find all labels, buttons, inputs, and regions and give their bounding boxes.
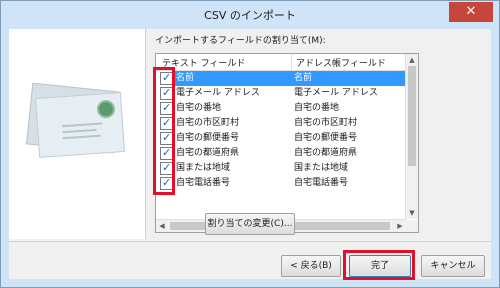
address-field-cell: 自宅の都道府県 [294,148,358,158]
envelope-icon [35,92,125,158]
checkmark-icon: ✓ [162,86,172,99]
row-checkbox[interactable]: ✓ [160,131,173,145]
text-field-cell: 自宅の都道府県 [176,148,240,158]
list-header: テキスト フィールド アドレス帳フィールド [156,54,418,71]
checkmark-icon: ✓ [162,101,172,114]
change-mapping-button[interactable]: 割り当ての変更(C)... [205,213,295,235]
row-checkbox[interactable]: ✓ [160,86,173,100]
list-row[interactable]: ✓ 自宅の番地 自宅の番地 [156,101,406,116]
csv-import-dialog: CSV のインポート ✕ インポートするフィールドの割り当て(M): テキスト … [0,0,500,288]
list-row[interactable]: ✓ 国または地域 国または地域 [156,161,406,176]
column-separator [291,54,292,70]
scroll-down-arrow-icon[interactable]: ▼ [406,207,418,219]
vertical-scrollbar[interactable]: ▲ ▼ [405,54,418,219]
address-field-cell: 自宅の市区町村 [294,118,358,128]
column-header-text-field[interactable]: テキスト フィールド [162,56,245,69]
text-field-cell: 自宅の番地 [176,103,222,113]
scroll-thumb[interactable] [408,66,416,166]
list-row[interactable]: ✓ 自宅の郵便番号 自宅の郵便番号 [156,131,406,146]
finish-button[interactable]: 完了 [349,255,411,277]
row-checkbox[interactable]: ✓ [160,176,173,190]
stamp-icon [96,99,116,119]
row-checkbox[interactable]: ✓ [160,146,173,160]
list-row[interactable]: ✓ 自宅の市区町村 自宅の市区町村 [156,116,406,131]
dialog-body: インポートするフィールドの割り当て(M): テキスト フィールド アドレス帳フィ… [9,29,491,280]
scrollbar-corner [406,220,418,232]
address-line [62,128,97,134]
address-field-cell: 国または地域 [294,163,349,173]
window-title: CSV のインポート [204,9,296,22]
scroll-right-arrow-icon[interactable]: ▶ [394,220,406,232]
text-field-cell: 自宅の郵便番号 [176,133,240,143]
text-field-cell: 自宅電話番号 [176,178,231,188]
wizard-illustration [9,29,146,239]
title-bar: CSV のインポート ✕ [1,1,499,28]
checkmark-icon: ✓ [162,176,172,189]
checkmark-icon: ✓ [162,116,172,129]
cancel-button[interactable]: キャンセル [421,255,485,277]
text-field-cell: 名前 [174,71,293,86]
row-checkbox[interactable]: ✓ [160,116,173,130]
row-checkbox[interactable]: ✓ [160,71,173,85]
column-header-address-field[interactable]: アドレス帳フィールド [296,56,386,69]
list-row[interactable]: ✓ 自宅の都道府県 自宅の都道府県 [156,146,406,161]
button-divider [9,241,491,242]
list-row[interactable]: ✓ 電子メール アドレス 電子メール アドレス [156,86,406,101]
field-mapping-list[interactable]: テキスト フィールド アドレス帳フィールド ✓ 名前 名前 ✓ 電子メール アド… [155,53,419,233]
checkmark-icon: ✓ [162,146,172,159]
text-field-cell: 自宅の市区町村 [176,118,240,128]
close-button[interactable]: ✕ [449,2,493,22]
checkmark-icon: ✓ [162,161,172,174]
address-field-cell: 名前 [292,71,406,86]
checkmark-icon: ✓ [162,131,172,144]
back-button[interactable]: < 戻る(B) [281,255,341,277]
text-field-cell: 電子メール アドレス [176,88,260,98]
scroll-up-arrow-icon[interactable]: ▲ [406,54,418,66]
row-checkbox[interactable]: ✓ [160,161,173,175]
list-row[interactable]: ✓ 名前 名前 [156,71,406,86]
address-field-cell: 自宅の番地 [294,103,340,113]
address-field-cell: 自宅電話番号 [294,178,349,188]
address-field-cell: 電子メール アドレス [294,88,378,98]
field-mapping-label: インポートするフィールドの割り当て(M): [155,36,326,46]
text-field-cell: 国または地域 [176,163,231,173]
address-line [61,122,103,128]
address-field-cell: 自宅の郵便番号 [294,133,358,143]
checkmark-icon: ✓ [162,71,172,84]
row-checkbox[interactable]: ✓ [160,101,173,115]
address-line [62,134,101,140]
scroll-left-arrow-icon[interactable]: ◀ [156,220,168,232]
list-row[interactable]: ✓ 自宅電話番号 自宅電話番号 [156,176,406,191]
